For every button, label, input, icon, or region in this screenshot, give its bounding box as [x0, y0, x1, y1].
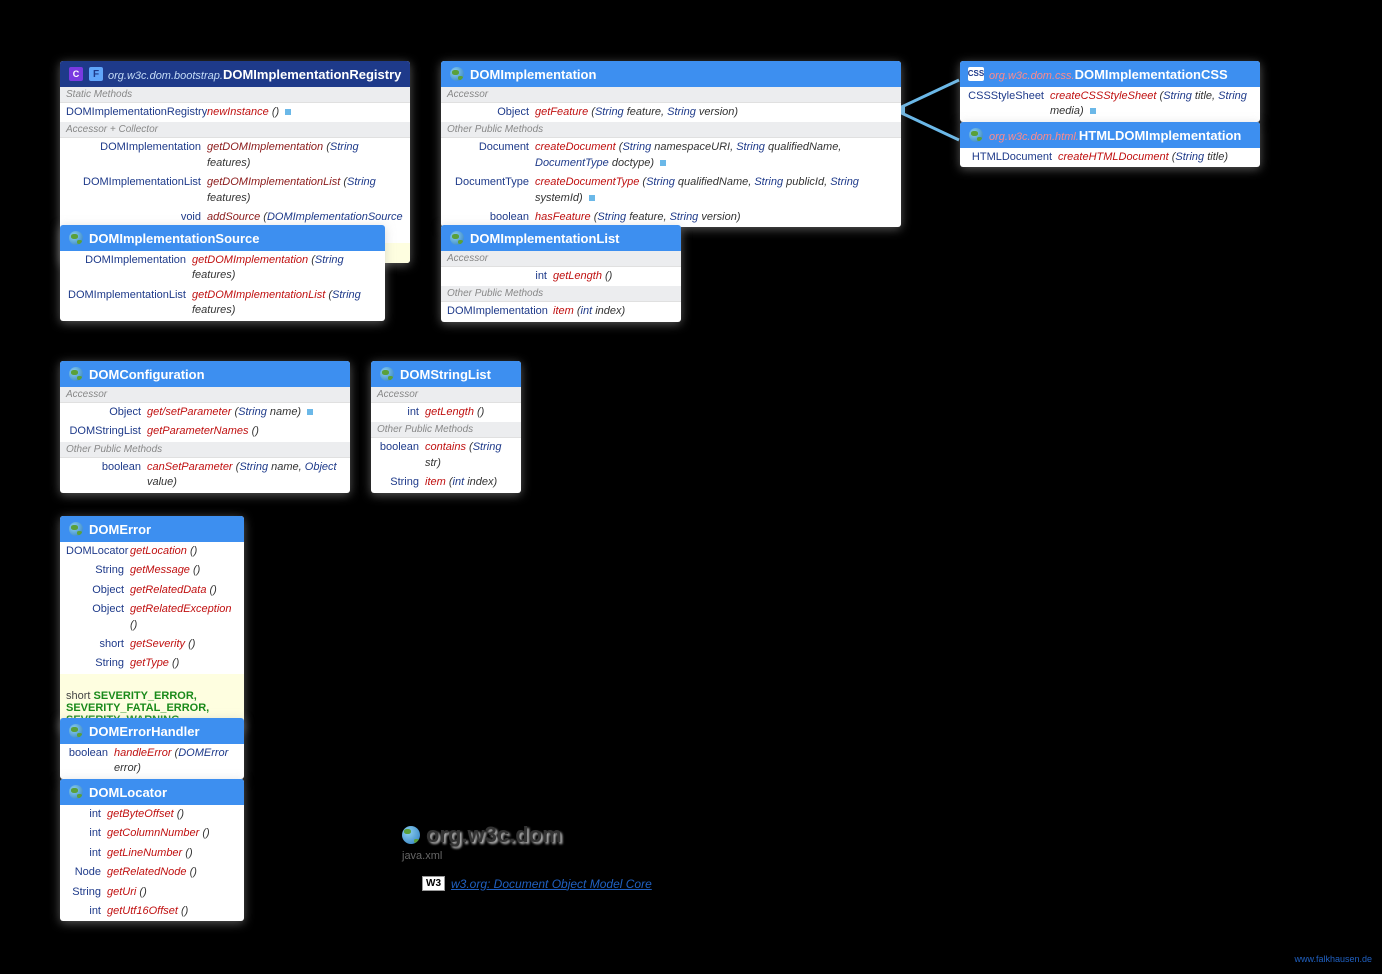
section-label: Accessor: [441, 251, 681, 267]
method-row: DocumentTypecreateDocumentType (String q…: [441, 173, 901, 208]
class-header: CSS org.w3c.dom.css.DOMImplementationCSS: [960, 61, 1260, 87]
earth-icon: [968, 127, 984, 143]
class-name: DOMImplementationSource: [89, 231, 259, 246]
class-box-domimplementationlist: DOMImplementationList Accessor intgetLen…: [441, 225, 681, 322]
class-name: DOMStringList: [400, 367, 491, 382]
class-header: DOMLocator: [60, 779, 244, 805]
method-row: intgetUtf16Offset (): [60, 902, 244, 921]
package-prefix: org.w3c.dom.bootstrap.: [108, 70, 223, 82]
method-row: ObjectgetFeature (String feature, String…: [441, 103, 901, 122]
method-row: DOMImplementationListgetDOMImplementatio…: [60, 173, 410, 208]
method-row: Objectget/setParameter (String name): [60, 403, 350, 422]
class-header: C F org.w3c.dom.bootstrap.DOMImplementat…: [60, 61, 410, 87]
method-row: DOMImplementationitem (int index): [441, 302, 681, 321]
method-row: Stringitem (int index): [371, 473, 521, 492]
class-name: DOMImplementationList: [470, 231, 620, 246]
method-row: CSSStyleSheetcreateCSSStyleSheet (String…: [960, 87, 1260, 122]
method-row: ObjectgetRelatedException (): [60, 600, 244, 635]
class-header: DOMError: [60, 516, 244, 542]
section-label: Other Public Methods: [371, 422, 521, 438]
earth-icon: [449, 66, 465, 82]
package-name: org.w3c.dom: [426, 822, 562, 848]
class-header: DOMConfiguration: [60, 361, 350, 387]
earth-icon: [449, 230, 465, 246]
method-row: intgetLength (): [441, 267, 681, 286]
method-row: booleancanSetParameter (String name, Obj…: [60, 458, 350, 493]
section-label: Accessor: [60, 387, 350, 403]
method-row: DOMImplementationgetDOMImplementation (S…: [60, 251, 385, 286]
class-name: DOMError: [89, 522, 151, 537]
class-header: DOMErrorHandler: [60, 718, 244, 744]
class-header: DOMImplementation: [441, 61, 901, 87]
section-label: Static Methods: [60, 87, 410, 103]
class-header: DOMStringList: [371, 361, 521, 387]
earth-icon: [68, 230, 84, 246]
class-icon: C: [68, 66, 84, 82]
section-label: Other Public Methods: [441, 286, 681, 302]
class-header: DOMImplementationSource: [60, 225, 385, 251]
method-row: intgetLineNumber (): [60, 844, 244, 863]
earth-icon: [402, 826, 420, 844]
method-row: DOMStringListgetParameterNames (): [60, 422, 350, 441]
section-label: Accessor + Collector: [60, 122, 410, 138]
method-row: intgetColumnNumber (): [60, 824, 244, 843]
class-box-htmldomimplementation: org.w3c.dom.html.HTMLDOMImplementation H…: [960, 122, 1260, 167]
final-badge: F: [89, 67, 103, 81]
method-row: intgetLength (): [371, 403, 521, 422]
earth-icon: [68, 784, 84, 800]
method-row: DOMImplementationListgetDOMImplementatio…: [60, 286, 385, 321]
earth-icon: [68, 366, 84, 382]
class-name: DOMImplementation: [470, 67, 596, 82]
class-name: DOMConfiguration: [89, 367, 205, 382]
method-row: DOMImplementationgetDOMImplementation (S…: [60, 138, 410, 173]
class-box-domstringlist: DOMStringList Accessor intgetLength () O…: [371, 361, 521, 493]
class-header: DOMImplementationList: [441, 225, 681, 251]
earth-icon: [68, 723, 84, 739]
footer-link[interactable]: www.falkhausen.de: [1294, 954, 1372, 964]
method-row: StringgetType (): [60, 654, 244, 673]
method-row: StringgetMessage (): [60, 561, 244, 580]
package-prefix: org.w3c.dom.css.: [989, 70, 1075, 82]
section-label: Accessor: [441, 87, 901, 103]
earth-icon: [68, 521, 84, 537]
method-row: ObjectgetRelatedData (): [60, 581, 244, 600]
method-row: HTMLDocumentcreateHTMLDocument (String t…: [960, 148, 1260, 167]
class-box-domimplementationsource: DOMImplementationSource DOMImplementatio…: [60, 225, 385, 321]
earth-icon: [379, 366, 395, 382]
class-box-domlocator: DOMLocator intgetByteOffset () intgetCol…: [60, 779, 244, 921]
section-label: Other Public Methods: [441, 122, 901, 138]
package-title: org.w3c.dom java.xml: [402, 822, 562, 862]
method-row: booleancontains (String str): [371, 438, 521, 473]
class-box-domerror: DOMError DOMLocatorgetLocation () String…: [60, 516, 244, 730]
class-name: DOMImplementationCSS: [1075, 67, 1228, 82]
class-box-domerrorhandler: DOMErrorHandler booleanhandleError (DOME…: [60, 718, 244, 779]
package-prefix: org.w3c.dom.html.: [989, 131, 1079, 143]
method-row: intgetByteOffset (): [60, 805, 244, 824]
method-row: DOMImplementationRegistrynewInstance (): [60, 103, 410, 122]
css-icon: CSS: [968, 66, 984, 82]
section-label: Other Public Methods: [60, 442, 350, 458]
class-box-domimplementation: DOMImplementation Accessor ObjectgetFeat…: [441, 61, 901, 227]
method-row: DocumentcreateDocument (String namespace…: [441, 138, 901, 173]
class-name: DOMImplementationRegistry: [223, 67, 401, 82]
method-row: NodegetRelatedNode (): [60, 863, 244, 882]
method-row: DOMLocatorgetLocation (): [60, 542, 244, 561]
class-name: DOMLocator: [89, 785, 167, 800]
class-header: org.w3c.dom.html.HTMLDOMImplementation: [960, 122, 1260, 148]
w3c-icon: W3: [422, 876, 445, 891]
class-box-domimplementation-css: CSS org.w3c.dom.css.DOMImplementationCSS…: [960, 61, 1260, 122]
external-link-row: W3 w3.org: Document Object Model Core: [422, 876, 652, 891]
class-name: DOMErrorHandler: [89, 724, 200, 739]
w3-link[interactable]: w3.org: Document Object Model Core: [451, 877, 652, 891]
class-name: HTMLDOMImplementation: [1079, 128, 1242, 143]
class-box-domconfiguration: DOMConfiguration Accessor Objectget/setP…: [60, 361, 350, 493]
method-row: booleanhandleError (DOMError error): [60, 744, 244, 779]
package-sub: java.xml: [402, 850, 442, 862]
method-row: StringgetUri (): [60, 883, 244, 902]
method-row: shortgetSeverity (): [60, 635, 244, 654]
section-label: Accessor: [371, 387, 521, 403]
